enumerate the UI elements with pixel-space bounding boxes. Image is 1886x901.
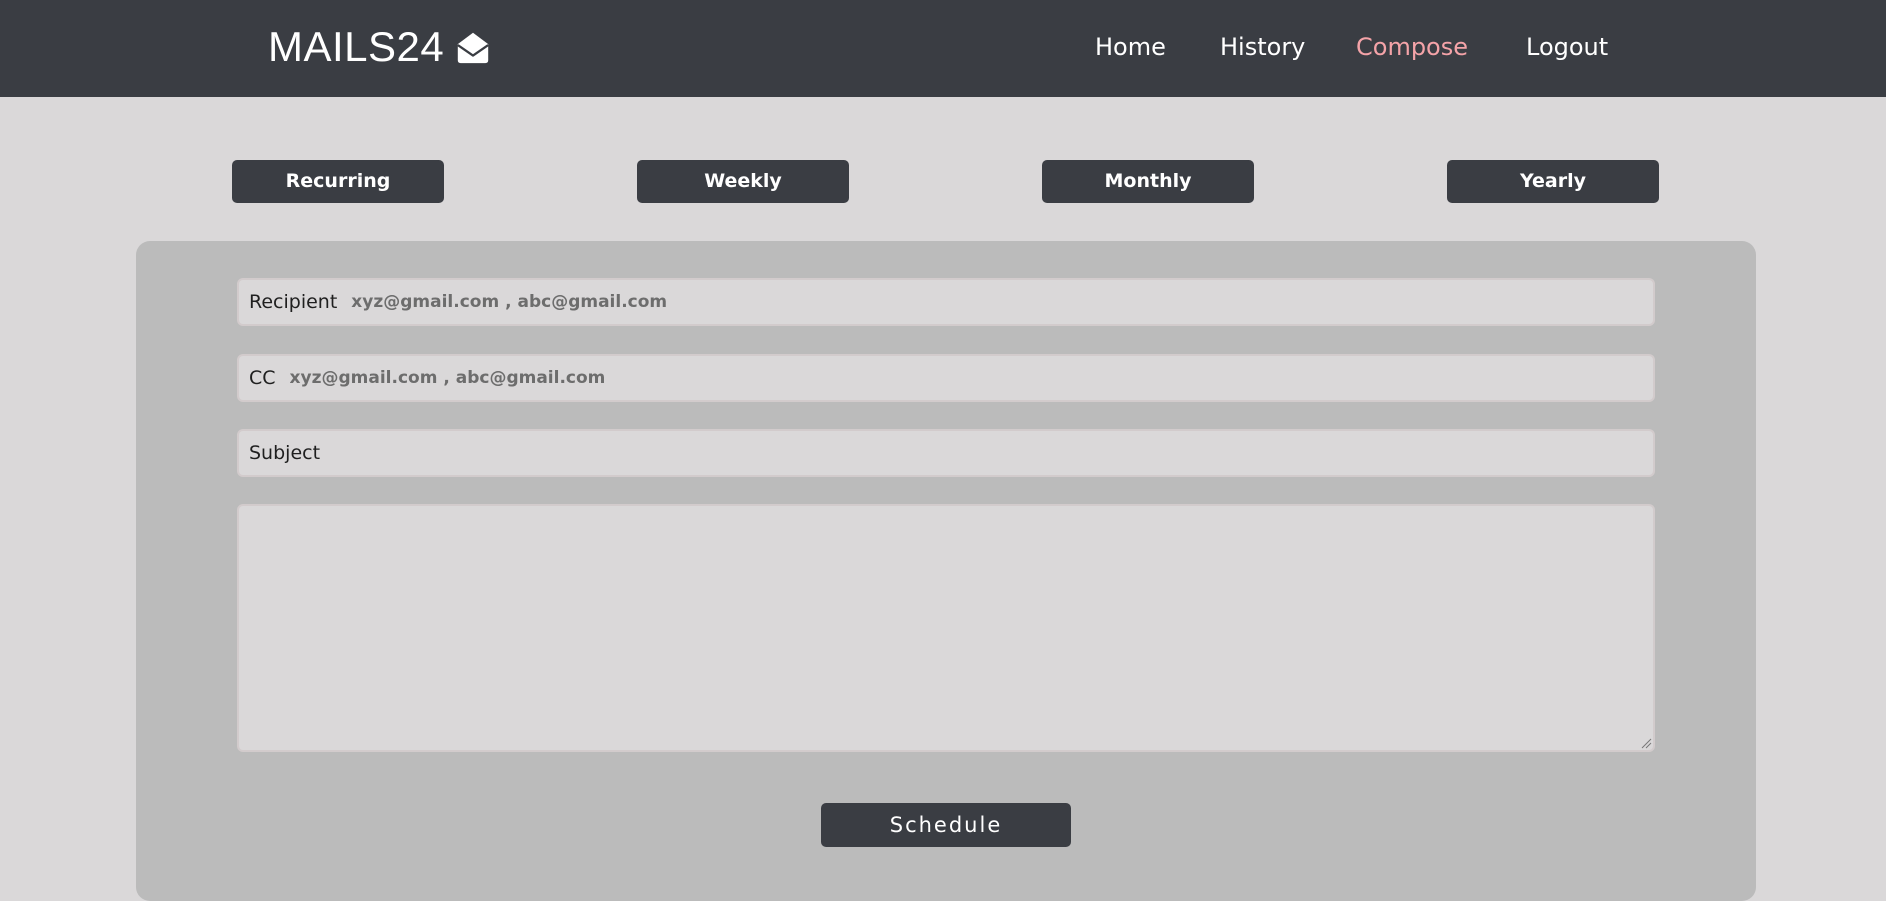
navbar: MAILS24 Home History Compose Logout	[0, 0, 1886, 97]
message-body-textarea[interactable]	[237, 504, 1655, 752]
nav-logout[interactable]: Logout	[1526, 30, 1608, 64]
nav-history[interactable]: History	[1220, 30, 1305, 64]
tab-monthly[interactable]: Monthly	[1042, 160, 1254, 203]
brand-logo[interactable]: MAILS24	[268, 22, 492, 72]
brand-name: MAILS24	[268, 23, 445, 70]
subject-field[interactable]: Subject	[237, 429, 1655, 477]
subject-input[interactable]	[332, 430, 1653, 476]
tab-yearly[interactable]: Yearly	[1447, 160, 1659, 203]
cc-label: CC	[249, 367, 276, 389]
nav-compose[interactable]: Compose	[1356, 30, 1468, 64]
resize-grip-icon[interactable]	[1640, 737, 1652, 749]
recipient-label: Recipient	[249, 291, 338, 313]
cc-input[interactable]	[287, 355, 1653, 401]
recipient-field[interactable]: Recipient	[237, 278, 1655, 326]
subject-label: Subject	[249, 442, 321, 464]
cc-field[interactable]: CC	[237, 354, 1655, 402]
nav-home[interactable]: Home	[1095, 30, 1166, 64]
recipient-input[interactable]	[349, 279, 1653, 325]
schedule-button[interactable]: Schedule	[821, 803, 1071, 847]
envelope-open-icon	[457, 32, 490, 64]
tab-recurring[interactable]: Recurring	[232, 160, 444, 203]
tab-weekly[interactable]: Weekly	[637, 160, 849, 203]
